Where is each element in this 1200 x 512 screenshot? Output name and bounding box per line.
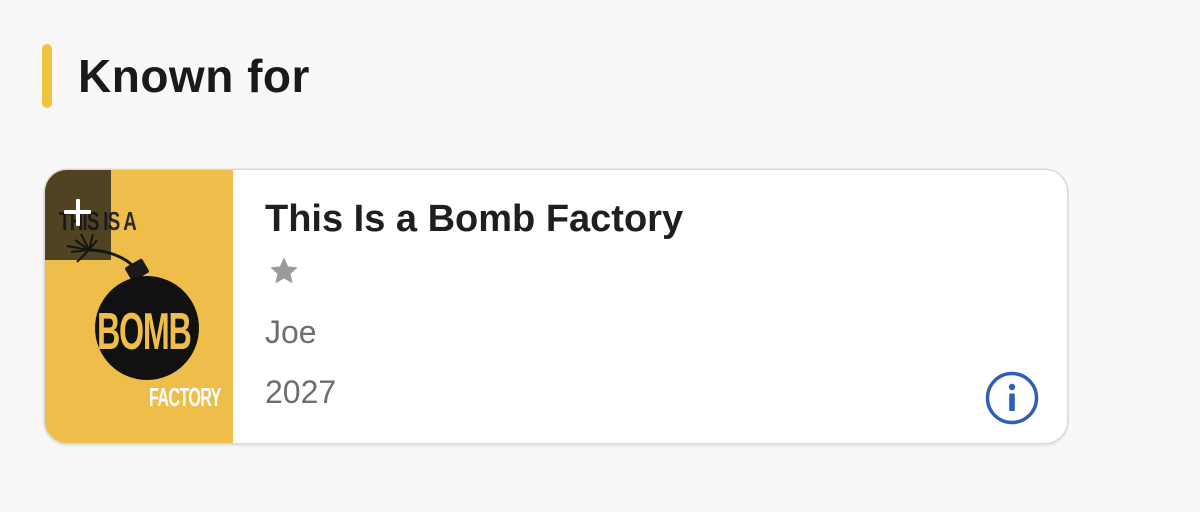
section-title: Known for xyxy=(78,50,310,102)
role-text: Joe xyxy=(265,314,317,350)
poster-text-bomb: BOMB xyxy=(97,303,192,361)
title-link[interactable]: This Is a Bomb Factory xyxy=(265,198,683,241)
poster-text-factory: FACTORY xyxy=(149,382,221,412)
info-circle-icon[interactable] xyxy=(984,370,1040,426)
section-accent-bar xyxy=(42,44,52,108)
poster-image[interactable]: THIS IS A BOMB FACTORY xyxy=(45,170,233,443)
star-icon[interactable] xyxy=(267,254,301,288)
add-to-watchlist-button[interactable] xyxy=(45,170,111,260)
section-header: Known for xyxy=(42,44,310,108)
year-text: 2027 xyxy=(265,374,337,410)
known-for-card[interactable]: THIS IS A BOMB FACTORY This Is a Bomb Fa… xyxy=(45,170,1067,443)
